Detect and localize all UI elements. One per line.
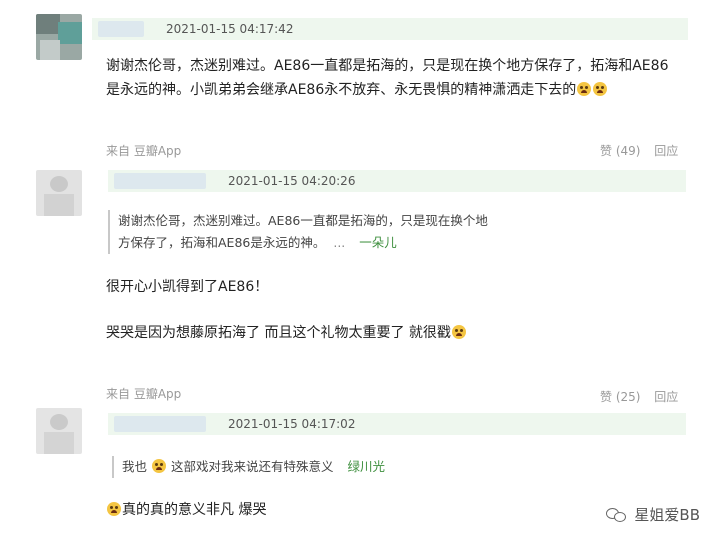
- avatar[interactable]: [36, 14, 82, 60]
- comment-time: 2021-01-15 04:20:26: [228, 174, 356, 188]
- comment-header: 2021-01-15 04:17:02: [108, 413, 686, 435]
- quote-author[interactable]: 绿川光: [348, 459, 386, 474]
- comment-text-span: 是永远的神。小凯弟弟会继承AE86永不放弃、永无畏惧的精神潇洒走下去的: [106, 82, 577, 98]
- crying-face-icon: [107, 502, 121, 516]
- quote-author[interactable]: 一朵儿: [359, 235, 397, 250]
- wechat-icon: [606, 506, 628, 524]
- comment-time: 2021-01-15 04:17:42: [166, 22, 294, 36]
- like-button[interactable]: 赞 (49): [600, 144, 640, 158]
- comment-3: 2021-01-15 04:17:02 我也 这部戏对我来说还有特殊意义 绿川光 …: [0, 400, 712, 537]
- quote-text-span: 这部戏对我来说还有特殊意义: [170, 459, 334, 474]
- quote-text-line: 方保存了，拓海和AE86是永远的神。... 一朵儿: [118, 232, 548, 254]
- comment-text-line: 谢谢杰伦哥，杰迷别难过。AE86一直都是拓海的，只是现在换个地方保存了，拓海和A…: [106, 58, 669, 74]
- watermark-text: 星姐爱BB: [634, 506, 700, 524]
- quote-more-link[interactable]: ...: [333, 235, 345, 250]
- quote-text-span: 方保存了，拓海和AE86是永远的神。: [118, 235, 326, 250]
- comment-text-span: 哭哭是因为想藤原拓海了 而且这个礼物太重要了 就很戳: [106, 325, 451, 341]
- crying-face-icon: [451, 325, 466, 339]
- crying-face-icon: [152, 459, 166, 473]
- comment-header: 2021-01-15 04:17:42: [92, 18, 688, 40]
- avatar[interactable]: [36, 170, 82, 216]
- crying-face-icon: [577, 82, 592, 96]
- comment-text-span: 真的真的意义非凡 爆哭: [122, 502, 267, 518]
- comment-text-line: 是永远的神。小凯弟弟会继承AE86永不放弃、永无畏惧的精神潇洒走下去的: [106, 78, 696, 102]
- comment-text: 谢谢杰伦哥，杰迷别难过。AE86一直都是拓海的，只是现在换个地方保存了，拓海和A…: [106, 54, 696, 102]
- comment-text-line: 真的真的意义非凡 爆哭: [106, 498, 506, 522]
- reply-button[interactable]: 回应: [654, 144, 678, 158]
- comment-header: 2021-01-15 04:20:26: [108, 170, 686, 192]
- comment-text-line: 很开心小凯得到了AE86！: [106, 279, 269, 295]
- quote-text-span: 我也: [122, 459, 148, 474]
- username-blurred[interactable]: [98, 21, 144, 37]
- username-blurred[interactable]: [114, 416, 206, 432]
- crying-face-icon: [593, 82, 608, 96]
- comment-text-line: 哭哭是因为想藤原拓海了 而且这个礼物太重要了 就很戳: [106, 321, 696, 345]
- comment-time: 2021-01-15 04:17:02: [228, 417, 356, 431]
- watermark: 星姐爱BB: [606, 504, 700, 525]
- comment-text: 真的真的意义非凡 爆哭: [106, 498, 506, 522]
- avatar[interactable]: [36, 408, 82, 454]
- quoted-reply: 谢谢杰伦哥，杰迷别难过。AE86一直都是拓海的，只是现在换个地 方保存了，拓海和…: [108, 210, 548, 254]
- comment-2: 2021-01-15 04:20:26 谢谢杰伦哥，杰迷别难过。AE86一直都是…: [0, 165, 712, 404]
- source-label: 来自 豆瓣App: [106, 144, 182, 158]
- quote-text-line: 谢谢杰伦哥，杰迷别难过。AE86一直都是拓海的，只是现在换个地: [118, 213, 488, 228]
- quoted-reply: 我也 这部戏对我来说还有特殊意义 绿川光: [112, 456, 532, 478]
- comment-1: 2021-01-15 04:17:42 谢谢杰伦哥，杰迷别难过。AE86一直都是…: [0, 0, 712, 165]
- quote-text-line: 我也 这部戏对我来说还有特殊意义 绿川光: [122, 456, 532, 478]
- comment-actions: 赞 (49) 回应: [600, 142, 678, 159]
- username-blurred[interactable]: [114, 173, 206, 189]
- comment-text: 很开心小凯得到了AE86！ 哭哭是因为想藤原拓海了 而且这个礼物太重要了 就很戳: [106, 275, 696, 345]
